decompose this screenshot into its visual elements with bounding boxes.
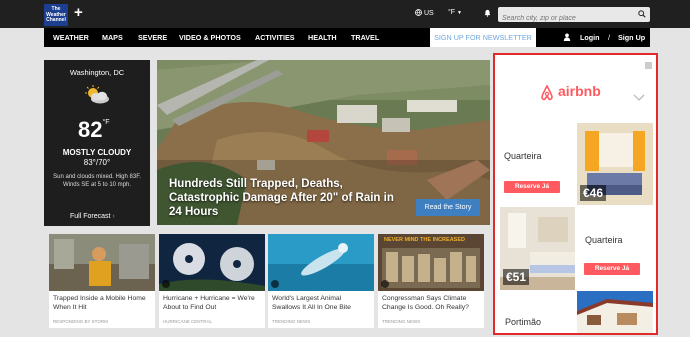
whale-image [268,234,374,291]
ad-choices-icon[interactable] [645,62,652,69]
unit-selector[interactable]: °F ▼ [448,9,462,16]
reserve-button[interactable]: Reserve Já [504,181,560,193]
full-forecast-label: Full Forecast [70,213,111,220]
newsletter-signup-link[interactable]: SIGN UP FOR NEWSLETTER [430,28,536,47]
story-thumbnail [49,234,155,291]
nav-weather[interactable]: WEATHER [53,28,89,47]
high-low: 83°/70° [83,158,111,167]
story-thumbnail [268,234,374,291]
storm-damage-image [49,234,155,291]
search-box[interactable] [498,7,650,26]
play-icon[interactable] [381,280,389,288]
hero-story[interactable]: Hundreds Still Trapped, Deaths, Catastro… [157,60,490,225]
nav-severe[interactable]: SEVERE [138,28,167,47]
weather-channel-logo[interactable]: The Weather Channel [44,4,68,26]
weather-description: Sun and clouds mixed. High 83F. Winds SE… [53,174,141,188]
play-icon[interactable] [162,280,170,288]
nav-separator: / [608,33,610,42]
full-forecast-link[interactable]: Full Forecast › [70,213,115,220]
nav-video-photos[interactable]: VIDEO & PHOTOS [179,28,241,47]
temperature-unit: °F [102,119,110,126]
story-title[interactable]: Congressman Says Climate Change Is Good.… [378,291,484,312]
chevron-down-icon: ▼ [457,10,462,16]
search-icon[interactable] [638,10,646,18]
listing-city: Portimão [505,317,542,327]
city-name: Washington, DC [69,68,125,77]
nav-maps[interactable]: MAPS [102,28,123,47]
listing-photo[interactable] [577,291,653,333]
login-link[interactable]: Login [580,28,600,47]
nav-health[interactable]: HEALTH [308,28,337,47]
story-source: TRENDING NEWS [382,319,421,324]
hurricane-satellite-image [159,234,265,291]
story-thumbnail [159,234,265,291]
location-code: US [423,10,434,17]
listing-city: Quarteira [504,151,542,161]
airbnb-brand: airbnb [558,83,601,99]
story-card-1[interactable]: Trapped Inside a Mobile Home When It Hit… [49,234,155,328]
listing-city: Quarteira [585,235,623,245]
temperature-value: 82 [78,117,103,142]
unit-label: °F [448,9,456,16]
story-card-2[interactable]: Hurricane + Hurricane = We're About to F… [159,234,265,328]
story-source: TRENDING NEWS [272,319,311,324]
top-bar: The Weather Channel + US °F ▼ [0,0,690,28]
story-card-3[interactable]: World's Largest Animal Swallows It All I… [268,234,374,328]
globe-icon [415,9,422,16]
current-temperature: 82°F [78,117,110,143]
plus-icon[interactable]: + [74,4,83,22]
nav-activities[interactable]: ACTIVITIES [255,28,295,47]
weather-condition: MOSTLY CLOUDY [62,148,132,157]
location-selector[interactable]: US [415,9,434,17]
story-overlay-text: NEVER MIND THE INCREASED [384,237,465,243]
search-input[interactable] [498,11,628,26]
story-card-4[interactable]: NEVER MIND THE INCREASED Congressman Say… [378,234,484,328]
listing-price: €51 [503,269,530,285]
nav-travel[interactable]: TRAVEL [351,28,379,47]
airbnb-ad[interactable]: airbnb Quarteira Reserve Já €46 €51 Quar… [500,61,653,333]
signup-link[interactable]: Sign Up [618,28,645,47]
play-icon[interactable] [271,280,279,288]
hero-title[interactable]: Hundreds Still Trapped, Deaths, Catastro… [169,177,399,219]
story-title[interactable]: Trapped Inside a Mobile Home When It Hit [49,291,155,312]
airbnb-logo-icon [541,85,553,101]
reserve-button[interactable]: Reserve Já [584,263,640,275]
chevron-down-icon[interactable] [633,94,645,101]
story-source: HURRICANE CENTRAL [163,319,213,324]
story-title[interactable]: Hurricane + Hurricane = We're About to F… [159,291,265,312]
listing-price: €46 [580,185,607,201]
partly-cloudy-icon [85,85,109,104]
story-title[interactable]: World's Largest Animal Swallows It All I… [268,291,374,312]
bell-icon[interactable] [484,9,491,17]
user-icon [563,33,571,41]
chevron-right-icon: › [112,213,115,220]
ad-highlight-frame: airbnb Quarteira Reserve Já €46 €51 Quar… [493,53,658,335]
read-the-story-button[interactable]: Read the Story [416,199,480,216]
story-thumbnail: NEVER MIND THE INCREASED [378,234,484,291]
main-nav: WEATHER MAPS SEVERE VIDEO & PHOTOS ACTIV… [44,28,650,47]
story-source: RESPONDING BY STORM [53,319,108,324]
current-weather-card[interactable]: Washington, DC 82°F MOSTLY CLOUDY 83°/70… [44,60,150,226]
